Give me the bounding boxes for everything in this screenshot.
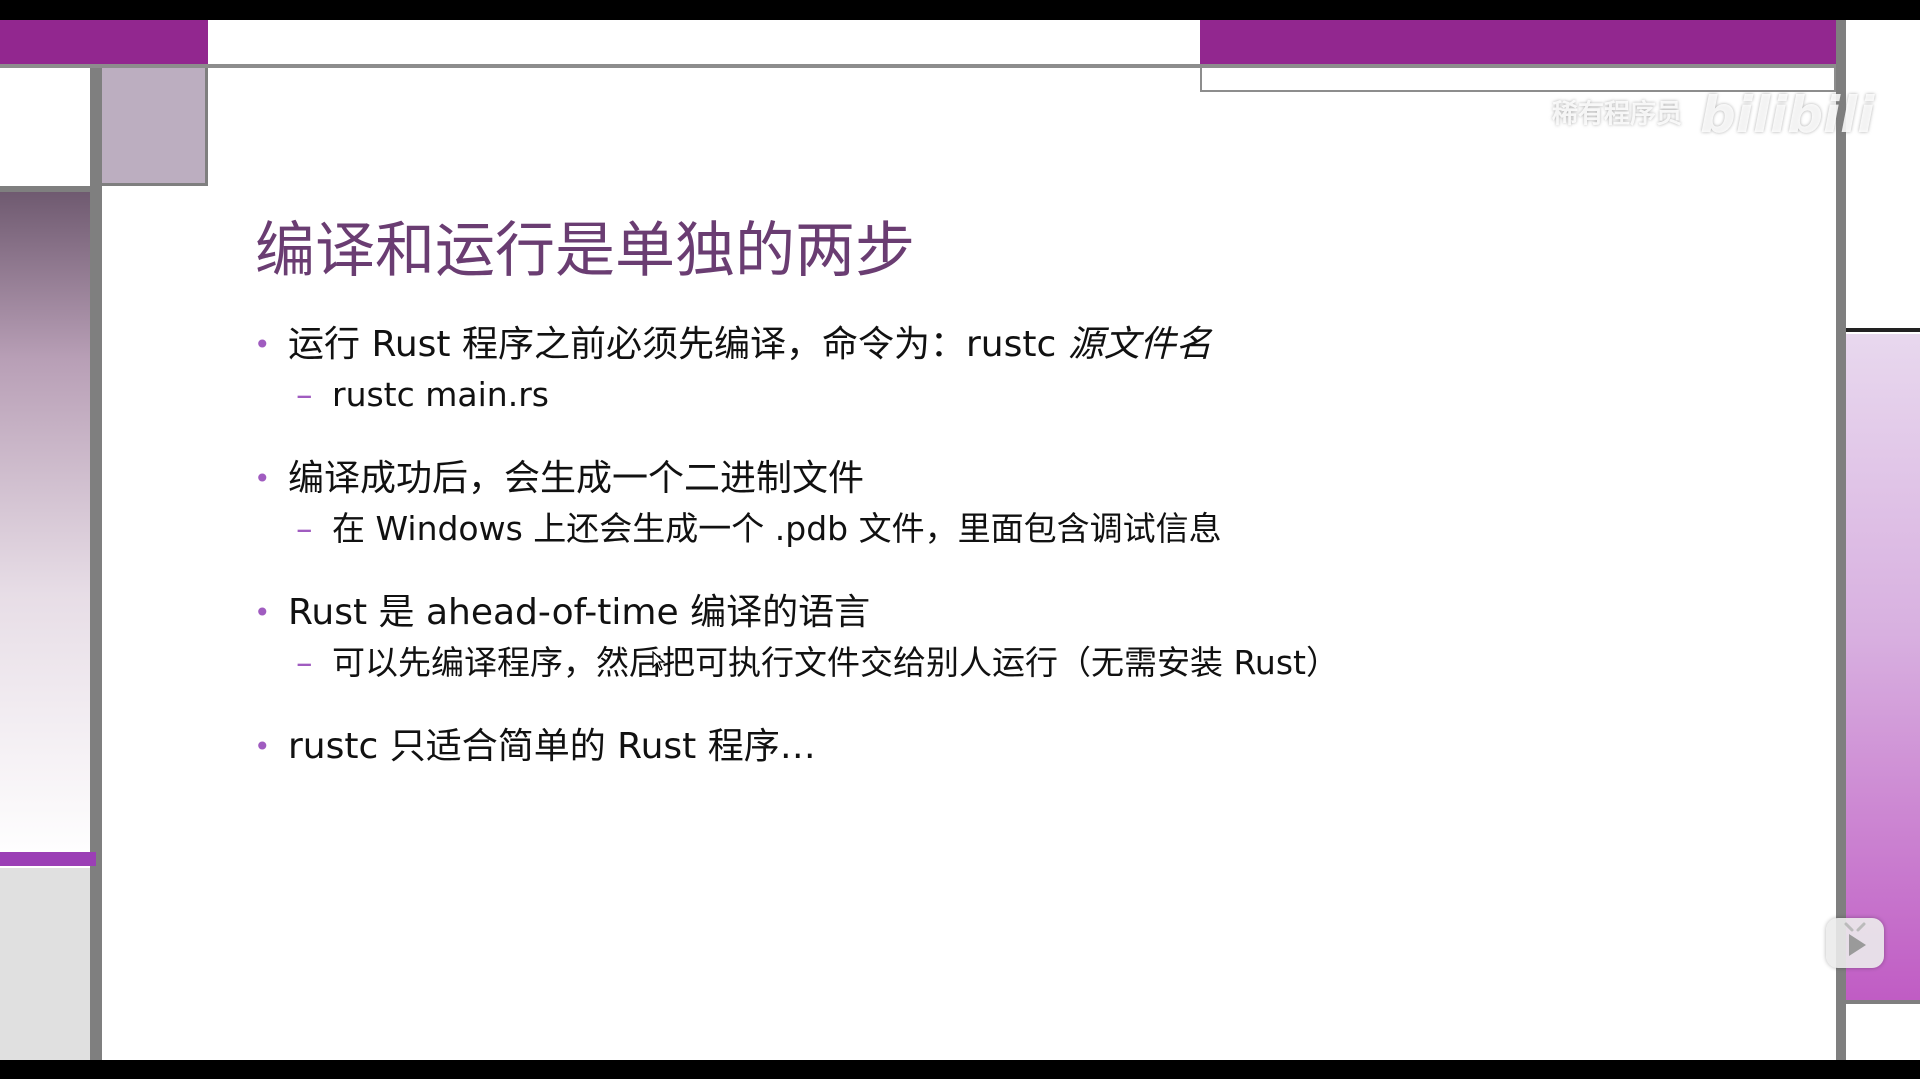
screen: 稀有程序员 bilibili 编译和运行是单独的两步 • 运行 Rust 程序之前… — [0, 0, 1920, 1079]
dash-icon: – — [296, 509, 313, 548]
slide-title: 编译和运行是单独的两步 — [255, 216, 915, 286]
dash-icon: – — [296, 375, 313, 414]
play-button[interactable] — [1826, 918, 1884, 968]
dash-icon: – — [296, 643, 313, 682]
sub-bullet-item: – rustc main.rs — [250, 370, 1790, 420]
bullet-item: • 编译成功后，会生成一个二进制文件 — [250, 454, 1790, 504]
decor-top-right-bar — [1200, 20, 1836, 64]
decor-left-gradient-panel — [0, 192, 90, 862]
bullet-icon: • — [254, 462, 271, 495]
bullet-text: 编译成功后，会生成一个二进制文件 — [288, 458, 865, 499]
bilibili-logo: bilibili — [1700, 86, 1875, 144]
bullet-icon: • — [254, 730, 271, 763]
bullet-item: • Rust 是 ahead-of-time 编译的语言 — [250, 588, 1790, 638]
sub-bullet-text: 可以先编译程序，然后把可执行文件交给别人运行（无需安装 Rust） — [332, 643, 1339, 682]
decor-left-purple-stripe — [0, 852, 96, 866]
slide-content: • 运行 Rust 程序之前必须先编译，命令为：rustc 源文件名 – rus… — [250, 320, 1790, 772]
decor-right-gradient-panel — [1846, 334, 1920, 1000]
bullet-text-italic: 源文件名 — [1067, 324, 1212, 365]
sub-bullet-item: – 在 Windows 上还会生成一个 .pdb 文件，里面包含调试信息 — [250, 504, 1790, 554]
watermark-text: 稀有程序员 — [1552, 99, 1683, 130]
decor-right-black-line — [1846, 328, 1920, 332]
decor-right-bottom-line — [1846, 1000, 1920, 1004]
bullet-item: • rustc 只适合简单的 Rust 程序… — [250, 722, 1790, 772]
video-watermark: 稀有程序员 bilibili — [1552, 86, 1874, 144]
bullet-icon: • — [254, 328, 271, 361]
decor-left-vertical-line — [90, 68, 102, 1060]
bullet-text: 运行 Rust 程序之前必须先编译，命令为：rustc — [288, 324, 1068, 365]
play-icon — [1844, 922, 1866, 956]
mouse-cursor-icon — [652, 650, 666, 675]
bullet-text: Rust 是 ahead-of-time 编译的语言 — [288, 592, 871, 633]
sub-bullet-item: – 可以先编译程序，然后把可执行文件交给别人运行（无需安装 Rust） — [250, 638, 1790, 688]
presentation-slide: 稀有程序员 bilibili 编译和运行是单独的两步 • 运行 Rust 程序之前… — [0, 20, 1920, 1060]
bullet-icon: • — [254, 596, 271, 629]
decor-left-bottom-panel — [0, 868, 90, 1060]
bullet-text: rustc 只适合简单的 Rust 程序… — [288, 726, 816, 767]
decor-top-left-bar — [0, 20, 208, 64]
sub-bullet-text: 在 Windows 上还会生成一个 .pdb 文件，里面包含调试信息 — [332, 509, 1222, 548]
decor-mauve-square — [102, 68, 208, 186]
bullet-item: • 运行 Rust 程序之前必须先编译，命令为：rustc 源文件名 — [250, 320, 1790, 370]
decor-right-vertical-line — [1836, 20, 1846, 1060]
sub-bullet-text: rustc main.rs — [332, 375, 549, 414]
